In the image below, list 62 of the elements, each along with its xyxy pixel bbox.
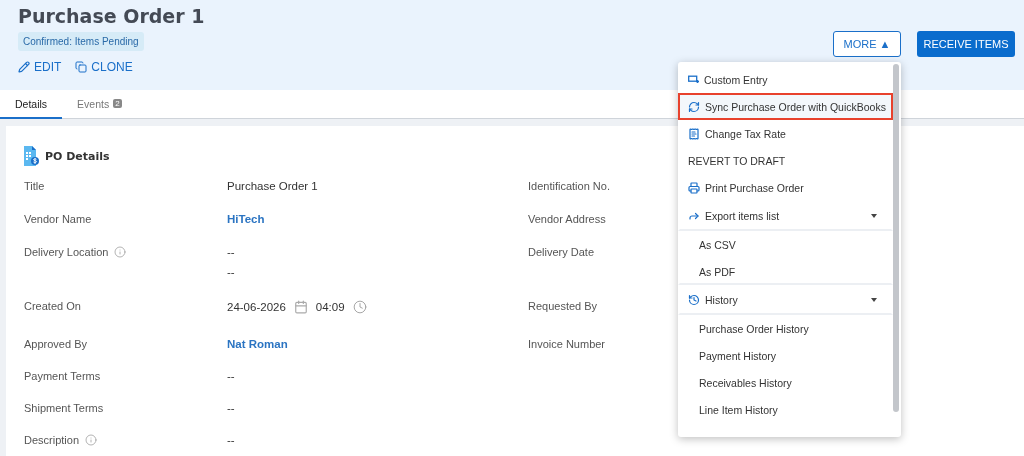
field-label: Description bbox=[24, 434, 80, 446]
field-value: -- bbox=[227, 266, 236, 278]
field-label: Delivery Location bbox=[24, 246, 109, 258]
field-label: Approved By bbox=[24, 338, 87, 350]
field-value: Purchase Order 1 bbox=[227, 180, 319, 192]
menu-item[interactable]: Change Tax Rate bbox=[678, 120, 893, 147]
menu-item[interactable]: Sync Purchase Order with QuickBooks bbox=[678, 93, 893, 120]
menu-item[interactable]: Payment History bbox=[678, 342, 893, 369]
status-badge: Confirmed: Items Pending bbox=[18, 32, 144, 51]
receive-items-button[interactable]: RECEIVE ITEMS bbox=[917, 31, 1015, 57]
field-label: Vendor Name bbox=[24, 213, 92, 225]
field-link[interactable]: HiTech bbox=[227, 213, 528, 225]
clock-icon[interactable] bbox=[352, 300, 367, 314]
field-label: Invoice Number bbox=[528, 338, 606, 350]
date-value: 24-06-2026 bbox=[227, 301, 286, 313]
field-value: -- bbox=[227, 370, 236, 382]
invoice-document-icon bbox=[24, 146, 39, 166]
print-icon bbox=[688, 181, 700, 194]
sync-icon bbox=[688, 100, 700, 113]
clone-link[interactable]: CLONE bbox=[75, 60, 133, 74]
menu-item[interactable]: Receivables History bbox=[678, 369, 893, 396]
field-value: -- bbox=[227, 402, 236, 414]
calendar-icon[interactable] bbox=[293, 300, 308, 314]
field-label: Requested By bbox=[528, 300, 598, 312]
scrollbar[interactable] bbox=[893, 64, 899, 412]
caret-icon bbox=[871, 214, 877, 218]
count-badge: 2 bbox=[113, 99, 122, 108]
menu-item[interactable]: History bbox=[678, 285, 893, 315]
menu-item[interactable]: REVERT TO DRAFT bbox=[678, 147, 893, 174]
menu-item[interactable]: Custom Entry bbox=[678, 66, 893, 93]
menu-item[interactable]: As PDF bbox=[678, 258, 893, 285]
menu-item[interactable]: Export items list bbox=[678, 201, 893, 231]
field-value: -- bbox=[227, 246, 236, 258]
field-label: Title bbox=[24, 180, 45, 192]
field-label: Created On bbox=[24, 300, 81, 312]
menu-item[interactable]: Purchase Order History bbox=[678, 315, 893, 342]
field-label: Delivery Date bbox=[528, 246, 595, 258]
field-label: Payment Terms bbox=[24, 370, 101, 382]
page-title: Purchase Order 1 bbox=[18, 4, 205, 29]
info-icon[interactable] bbox=[85, 434, 98, 446]
card-plus-icon bbox=[688, 75, 699, 84]
copy-icon bbox=[75, 61, 88, 73]
share-arrow-icon bbox=[688, 210, 700, 222]
caret-icon bbox=[871, 298, 877, 302]
time-value: 04:09 bbox=[315, 301, 345, 313]
tab[interactable]: Details bbox=[0, 90, 63, 119]
field-link[interactable]: Nat Roman bbox=[227, 338, 528, 350]
menu-item[interactable]: Print Purchase Order bbox=[678, 174, 893, 201]
edit-link[interactable]: EDIT bbox=[18, 60, 62, 74]
more-button[interactable]: MORE ▲ bbox=[833, 31, 901, 57]
receipt-icon bbox=[688, 127, 700, 140]
tab[interactable]: Events 2 bbox=[62, 90, 137, 119]
menu-item[interactable]: As CSV bbox=[678, 231, 893, 258]
field-label: Identification No. bbox=[528, 180, 610, 192]
pencil-icon bbox=[18, 61, 30, 73]
history-icon bbox=[688, 294, 700, 306]
field-label: Vendor Address bbox=[528, 213, 606, 225]
info-icon[interactable] bbox=[114, 246, 127, 258]
menu-item[interactable]: Line Item History bbox=[678, 396, 893, 423]
field-label: Shipment Terms bbox=[24, 402, 104, 414]
field-value: -- bbox=[227, 434, 236, 446]
section-title: PO Details bbox=[45, 149, 110, 163]
